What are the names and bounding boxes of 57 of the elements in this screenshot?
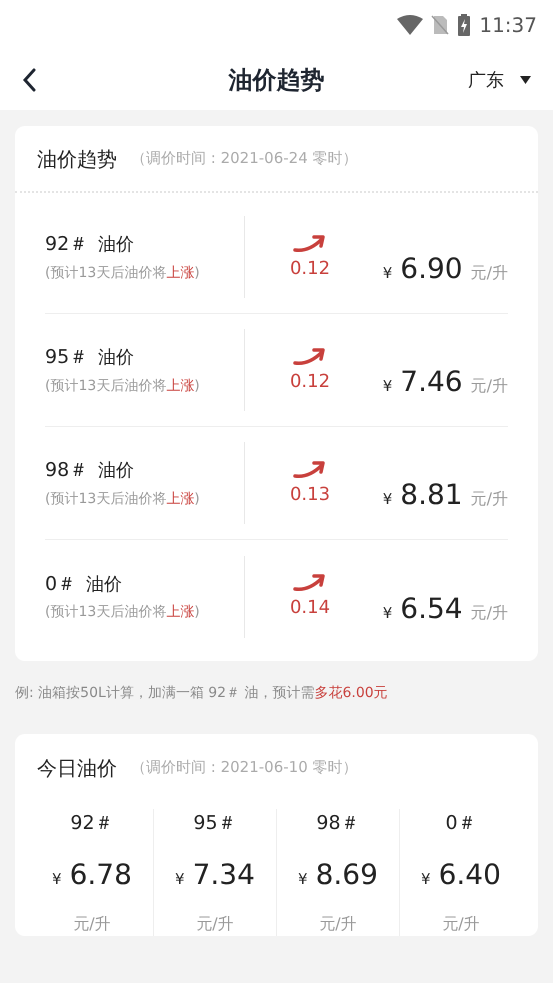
fuel-grade: 92＃ [45, 232, 88, 258]
estimate-note: 例: 油箱按50L计算，加满一箱 92＃ 油，预计需多花6.00元 [14, 684, 389, 703]
region-dropdown[interactable]: 广东 [468, 66, 531, 94]
price-unit: 元/升 [470, 488, 508, 510]
price-value: 6.40 [438, 856, 501, 892]
fuel-grade: 0＃ [45, 572, 76, 597]
fuel-grade: 95＃ [193, 811, 237, 836]
forecast-text: (预计13天后油价将上涨) [45, 264, 201, 283]
card-title: 油价趋势 [37, 146, 117, 172]
price-unit: 元/升 [196, 912, 234, 934]
price-unit: 元/升 [73, 912, 111, 934]
fuel-grade: 0＃ [445, 811, 477, 836]
currency-symbol: ¥ [382, 489, 392, 510]
price-value: 8.69 [316, 856, 378, 892]
fuel-grade: 95＃ [45, 345, 88, 370]
price-value: 8.81 [400, 477, 463, 513]
currency-symbol: ¥ [382, 376, 392, 397]
fuel-grade: 98＃ [45, 458, 88, 484]
price-unit: 元/升 [470, 602, 508, 624]
no-sim-icon [431, 15, 450, 35]
fuel-grade: 98＃ [316, 811, 360, 836]
price-unit: 元/升 [470, 262, 508, 284]
price-label: 油价 [98, 346, 134, 370]
price-label: 油价 [98, 233, 134, 258]
currency-symbol: ¥ [382, 263, 392, 284]
price-change: 0.14 [290, 596, 330, 620]
price-unit: 元/升 [319, 912, 357, 934]
price-unit: 元/升 [470, 375, 508, 397]
price-label: 油价 [98, 459, 134, 484]
price-value: 7.46 [400, 364, 463, 400]
currency-symbol: ¥ [52, 868, 62, 890]
currency-symbol: ¥ [175, 868, 185, 890]
wifi-icon [397, 15, 424, 35]
card-title: 今日油价 [37, 754, 117, 782]
currency-symbol: ¥ [298, 868, 308, 890]
price-unit: 元/升 [442, 912, 480, 934]
price-label: 油价 [86, 572, 122, 597]
fuel-grade: 92＃ [70, 811, 114, 836]
currency-symbol: ¥ [382, 602, 392, 624]
price-change: 0.12 [290, 256, 330, 280]
price-change: 0.13 [290, 482, 330, 506]
forecast-text: (预计13天后油价将上涨) [45, 490, 201, 509]
adjust-time: （调价时间 : 2021-06-24 零时） [131, 148, 358, 170]
price-value: 7.34 [192, 856, 255, 892]
battery-charging-icon [457, 14, 472, 36]
price-value: 6.78 [70, 856, 132, 892]
adjust-time: （调价时间 : 2021-06-10 零时） [131, 757, 358, 778]
price-value: 6.54 [400, 590, 463, 626]
price-value: 6.90 [400, 251, 463, 287]
back-icon[interactable] [22, 68, 36, 92]
price-change: 0.12 [290, 370, 330, 394]
caret-icon [520, 76, 531, 84]
forecast-text: (预计13天后油价将上涨) [45, 376, 201, 396]
status-time: 11:37 [479, 12, 537, 39]
currency-symbol: ¥ [421, 868, 431, 890]
page-title: 油价趋势 [228, 65, 324, 96]
forecast-text: (预计13天后油价将上涨) [45, 603, 201, 622]
